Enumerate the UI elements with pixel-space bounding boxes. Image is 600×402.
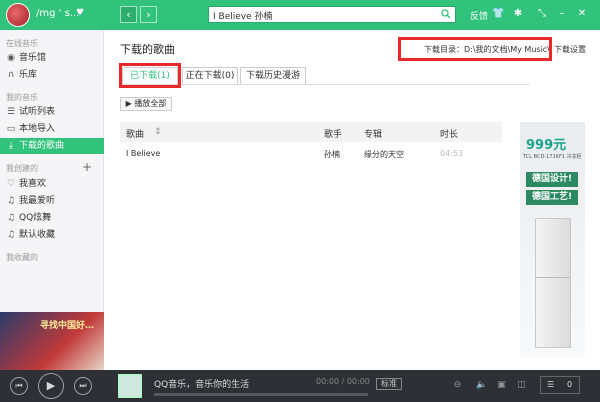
heart-icon: ♡: [6, 179, 16, 189]
download-settings-link[interactable]: 下载设置: [554, 44, 586, 55]
section-collected: 我收藏的: [6, 253, 38, 262]
download-icon: ⤓: [9, 141, 13, 151]
sidebar-item-label: 乐库: [19, 70, 38, 80]
ad-subtitle: TCL BCD-171KF1 冷冻柜: [523, 154, 582, 160]
tab-download-history[interactable]: 下载历史漫游: [240, 67, 306, 85]
queue-count: 0: [567, 380, 573, 389]
ad-slogan-1: 德国设计!: [526, 172, 578, 187]
search-value: I Believe 孙楠: [213, 12, 273, 22]
album-cover[interactable]: [118, 374, 142, 398]
next-icon[interactable]: ⏭: [74, 377, 92, 395]
album-name[interactable]: 缘分的天空: [364, 149, 404, 160]
loop-mode-icon[interactable]: ⊖: [452, 380, 463, 391]
sidebar-item-label: 我最爱听: [19, 196, 56, 206]
sidebar-item-trial-list[interactable]: ☰ 试听列表: [0, 104, 104, 120]
music-note-icon: ♫: [6, 230, 16, 240]
forward-button[interactable]: ›: [140, 6, 157, 23]
play-time: 00:00 / 00:00: [316, 377, 370, 386]
lyrics-icon[interactable]: ▣: [496, 380, 507, 391]
sidebar-item-label: 下载的歌曲: [19, 141, 65, 151]
sidebar-item-most-listened[interactable]: ♫ 我最爱听: [0, 193, 104, 209]
sidebar-item-label: 我喜欢: [19, 179, 47, 189]
fridge-image: [535, 218, 571, 348]
search-input[interactable]: I Believe 孙楠: [208, 6, 456, 23]
col-duration: 时长: [440, 130, 459, 140]
disc-icon: ◉: [7, 53, 15, 63]
play-queue-button[interactable]: ☰ 0: [540, 376, 580, 394]
sidebar-item-favorites[interactable]: ♡ 我喜欢: [0, 176, 104, 192]
sidebar-item-label: 试听列表: [19, 107, 56, 117]
highlight-box-downloaded-tab: [119, 63, 181, 88]
col-singer: 歌手: [324, 130, 343, 140]
ad-text: 寻找中国好…: [40, 321, 95, 331]
col-album: 专辑: [364, 130, 383, 140]
gear-icon[interactable]: ✱: [512, 8, 524, 20]
right-ad-banner[interactable]: 999元 TCL BCD-171KF1 冷冻柜 德国设计! 德国工艺!: [520, 122, 585, 357]
sidebar-item-label: 本地导入: [19, 124, 56, 134]
singer-name[interactable]: 孙楠: [324, 149, 340, 160]
play-all-button[interactable]: ▶ 播放全部: [120, 97, 172, 111]
now-playing-title: QQ音乐，音乐你的生活: [154, 380, 250, 390]
add-playlist-icon[interactable]: +: [82, 160, 92, 174]
sidebar-ad-banner[interactable]: 寻找中国好…: [0, 312, 104, 370]
sidebar-item-qq-dance[interactable]: ♫ QQ炫舞: [0, 210, 104, 226]
tab-divider: [120, 84, 530, 85]
mv-icon[interactable]: ◫: [516, 380, 527, 391]
previous-icon[interactable]: ⏮: [10, 377, 28, 395]
duration: 04:53: [440, 149, 464, 158]
page-title: 下载的歌曲: [120, 43, 175, 56]
search-icon[interactable]: [441, 9, 451, 19]
minimize-icon[interactable]: –: [556, 8, 568, 20]
feedback-link[interactable]: 反馈: [470, 9, 488, 22]
music-note-icon: ♫: [6, 196, 16, 206]
table-header: 歌曲 ⇕ 歌手 专辑 时长: [120, 122, 502, 142]
mini-mode-icon[interactable]: ⤡: [536, 8, 548, 20]
close-icon[interactable]: ✕: [576, 8, 588, 20]
back-button[interactable]: ‹: [120, 6, 137, 23]
sidebar-item-label: QQ炫舞: [19, 213, 52, 223]
section-created: 我创建的: [6, 164, 38, 173]
tshirt-icon[interactable]: 👕: [492, 8, 504, 20]
highlight-box-download-dir: [398, 37, 552, 61]
avatar[interactable]: [6, 3, 30, 27]
sidebar-item-local-import[interactable]: ▭ 本地导入: [0, 121, 104, 137]
col-song[interactable]: 歌曲: [126, 127, 144, 140]
play-icon[interactable]: ▶: [38, 373, 64, 399]
section-online-music: 在线音乐: [6, 39, 38, 48]
sidebar-item-label: 默认收藏: [19, 230, 56, 240]
sidebar-item-default-collection[interactable]: ♫ 默认收藏: [0, 227, 104, 243]
sidebar-item-label: 音乐馆: [19, 53, 47, 63]
sidebar-item-music-hall[interactable]: ◉ 音乐馆: [0, 50, 104, 66]
quality-selector[interactable]: 标准: [376, 378, 402, 390]
progress-bar[interactable]: [154, 393, 368, 396]
music-note-icon: ♫: [6, 213, 16, 223]
ad-slogan-2: 德国工艺!: [526, 190, 578, 205]
section-my-music: 我的音乐: [6, 93, 38, 102]
table-row[interactable]: I Believe 孙楠 缘分的天空 04:53: [120, 145, 502, 163]
sort-icon[interactable]: ⇕: [154, 127, 162, 137]
tab-downloading[interactable]: 正在下载(0): [182, 67, 238, 85]
sidebar-item-library[interactable]: ∩ 乐库: [0, 67, 104, 83]
sidebar-item-downloaded[interactable]: ⤓ 下载的歌曲: [0, 138, 104, 154]
headphones-icon: ∩: [7, 70, 15, 80]
vip-icon[interactable]: ♥: [76, 8, 84, 18]
monitor-icon: ▭: [6, 124, 16, 134]
queue-list-icon: ☰: [547, 380, 555, 389]
top-bar: /mg ' s... ♥ ‹ › I Believe 孙楠 反馈 👕 ✱ ⤡ –…: [0, 0, 600, 30]
username[interactable]: /mg ' s...: [36, 8, 79, 19]
player-bar: ⏮ ▶ ⏭: [0, 370, 600, 402]
ad-price: 999元: [526, 138, 567, 153]
volume-icon[interactable]: 🔈: [476, 380, 487, 391]
song-name[interactable]: I Believe: [126, 149, 160, 158]
list-icon: ☰: [6, 107, 16, 117]
